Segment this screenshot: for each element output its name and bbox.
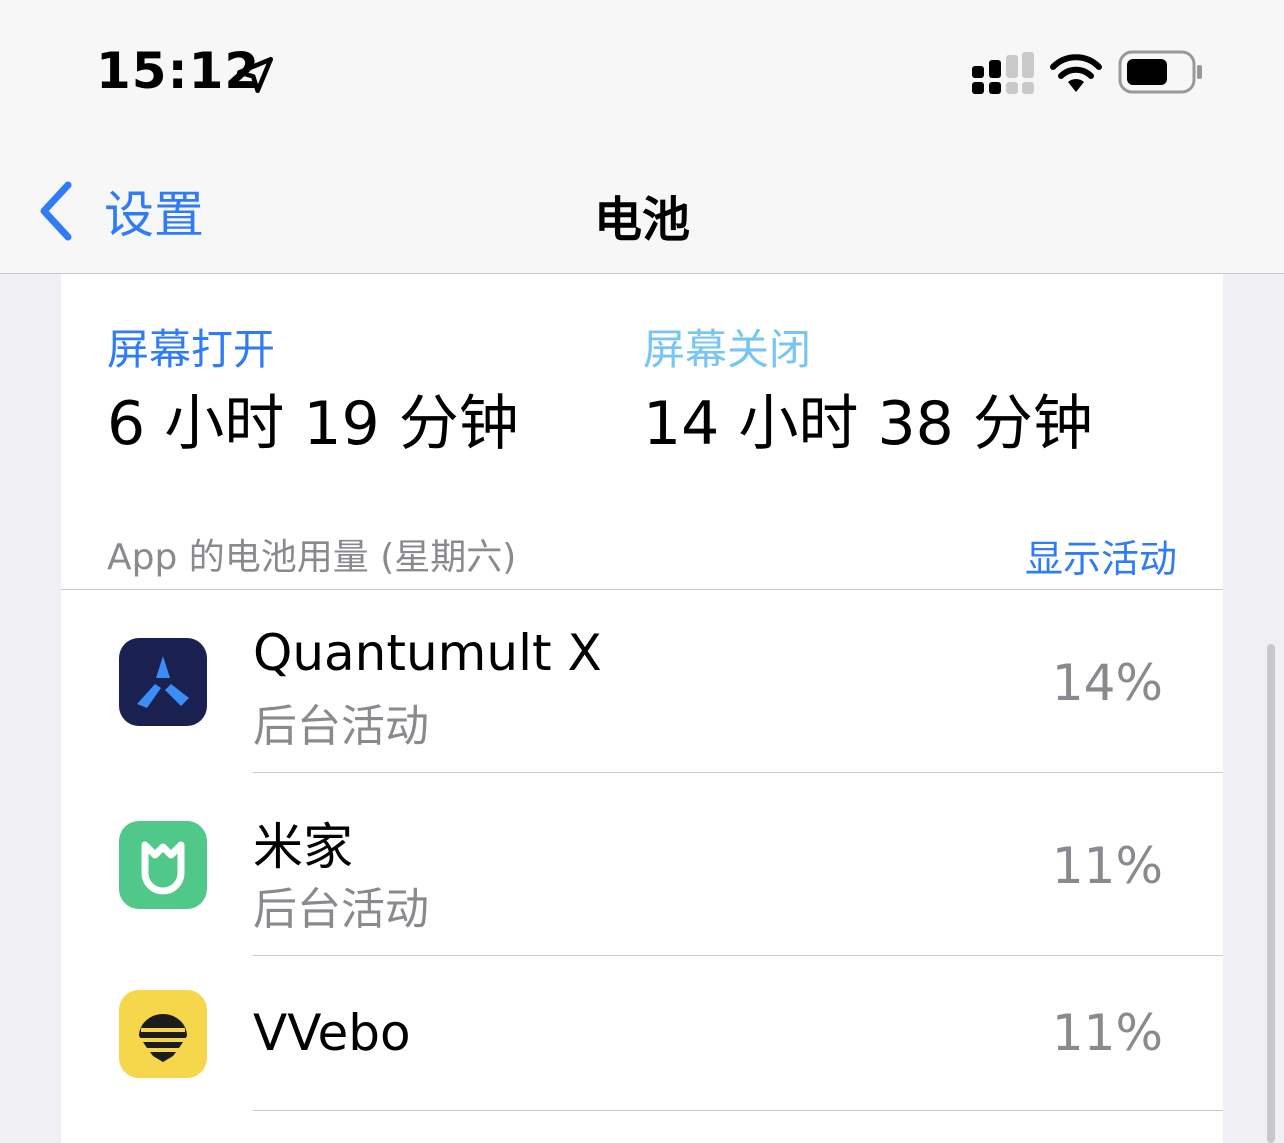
wifi-icon xyxy=(1050,54,1102,92)
screen-on-label: 屏幕打开 xyxy=(107,325,276,374)
app-row-vvebo[interactable]: VVebo 11% xyxy=(61,956,1223,1110)
app-name: Quantumult X xyxy=(253,624,602,682)
battery-usage-card: 屏幕打开 6 小时 19 分钟 屏幕关闭 14 小时 38 分钟 App 的电池… xyxy=(61,274,1223,1143)
screen-off-value: 14 小时 38 分钟 xyxy=(643,389,1093,459)
status-bar: 15:12 xyxy=(0,0,1284,140)
scrollbar[interactable] xyxy=(1267,644,1275,1143)
screen-off-stat: 屏幕关闭 14 小时 38 分钟 xyxy=(643,322,1093,464)
app-name: VVebo xyxy=(253,1004,411,1062)
page-title: 电池 xyxy=(593,192,690,248)
battery-icon xyxy=(1118,50,1202,94)
cellular-signal-icon xyxy=(972,52,1034,94)
app-usage-header: App 的电池用量 (星期六) xyxy=(107,537,517,578)
app-percent: 11% xyxy=(1051,1004,1163,1062)
screen-on-stat: 屏幕打开 6 小时 19 分钟 xyxy=(107,322,519,464)
app-row-quantumult-x[interactable]: Quantumult X 后台活动 14% xyxy=(61,590,1223,772)
app-name: 米家 xyxy=(253,818,353,876)
app-detail: 后台活动 xyxy=(253,701,429,752)
app-percent: 14% xyxy=(1051,654,1163,712)
app-row-mijia[interactable]: 米家 后台活动 11% xyxy=(61,773,1223,955)
vvebo-icon xyxy=(119,990,207,1078)
app-percent: 11% xyxy=(1051,837,1163,895)
navigation-bar: 设置 电池 xyxy=(0,140,1284,274)
app-detail: 后台活动 xyxy=(253,884,429,935)
location-arrow-icon xyxy=(236,56,274,94)
screen-off-label: 屏幕关闭 xyxy=(643,325,812,374)
mijia-icon xyxy=(119,821,207,909)
screen-on-value: 6 小时 19 分钟 xyxy=(107,389,519,459)
row-divider xyxy=(253,1110,1223,1111)
quantumult-x-icon xyxy=(119,638,207,726)
show-activity-button[interactable]: 显示活动 xyxy=(1025,528,1177,583)
